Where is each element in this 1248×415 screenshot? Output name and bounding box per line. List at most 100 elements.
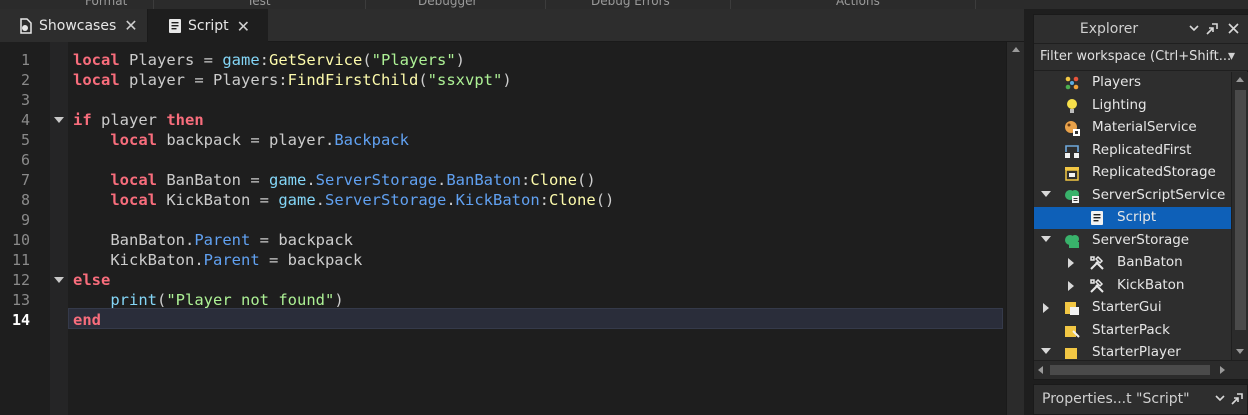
- tree-item-kickbaton[interactable]: KickBaton: [1034, 275, 1231, 297]
- chevron-down-icon[interactable]: [1189, 25, 1199, 32]
- tree-item-banbaton[interactable]: BanBaton: [1034, 252, 1231, 274]
- fold-collapse-icon[interactable]: [54, 277, 64, 283]
- code-token: local: [73, 51, 120, 69]
- undock-icon[interactable]: [1206, 23, 1218, 35]
- close-icon[interactable]: [1228, 23, 1239, 34]
- tree-item-starterplayer[interactable]: StarterPlayer: [1034, 342, 1231, 360]
- ribbon-divider: [365, 0, 366, 9]
- code-token: ServerStorage: [315, 171, 437, 189]
- code-token: :: [520, 171, 531, 189]
- scroll-thumb[interactable]: [1050, 365, 1210, 375]
- tree-item-replicatedstorage[interactable]: ReplicatedStorage: [1034, 162, 1231, 184]
- players-icon: [1064, 75, 1080, 91]
- scroll-thumb[interactable]: [1235, 90, 1246, 330]
- expand-arrow-icon[interactable]: [1041, 235, 1051, 242]
- tree-item-serverstorage[interactable]: ServerStorage: [1034, 230, 1231, 252]
- panel-splitter[interactable]: [1024, 9, 1033, 415]
- scroll-left-icon[interactable]: [1038, 366, 1043, 374]
- code-token: ): [502, 71, 512, 89]
- tree-item-label: ServerStorage: [1092, 231, 1190, 248]
- collapse-arrow-icon[interactable]: [1043, 303, 1049, 313]
- lighting-icon: [1064, 98, 1080, 114]
- explorer-scrollbar[interactable]: [1231, 72, 1248, 360]
- code-area[interactable]: local Players = game:GetService("Players…: [68, 42, 1004, 415]
- fold-collapse-icon[interactable]: [54, 117, 64, 123]
- tree-item-script[interactable]: Script: [1034, 207, 1231, 229]
- collapse-arrow-icon[interactable]: [1068, 280, 1074, 291]
- close-icon[interactable]: ✕: [237, 17, 250, 36]
- line-number: 5: [20, 131, 30, 149]
- script-editor[interactable]: 1 2 3 4 5 6 7 8 9 10 11 12 13 14 local P…: [0, 42, 1024, 415]
- ribbon-item-test[interactable]: Test: [247, 0, 271, 8]
- scroll-up-icon[interactable]: [1012, 47, 1020, 52]
- line-number: 10: [11, 231, 30, 249]
- filter-dropdown-icon[interactable]: ▾: [1228, 48, 1235, 64]
- tree-item-serverscriptservice[interactable]: ServerScriptService: [1034, 185, 1231, 207]
- ribbon-item-actions[interactable]: Actions: [836, 0, 880, 8]
- tree-item-starterpack[interactable]: StarterPack: [1034, 320, 1231, 342]
- explorer-tree[interactable]: Players Lighting MaterialService Replicated…: [1034, 72, 1231, 360]
- line-number: 13: [11, 291, 30, 309]
- tree-item-players[interactable]: Players: [1034, 72, 1231, 94]
- expand-arrow-icon[interactable]: [1041, 190, 1051, 197]
- collapse-arrow-icon[interactable]: [1068, 258, 1074, 268]
- ribbon-divider: [153, 0, 154, 9]
- tree-item-startergui[interactable]: StarterGui: [1034, 297, 1231, 319]
- code-token: BanBaton: [446, 171, 521, 189]
- material-service-icon: [1064, 120, 1080, 136]
- tree-item-label: StarterGui: [1092, 299, 1162, 315]
- tree-item-label: ReplicatedStorage: [1092, 164, 1216, 180]
- tree-item-label: ReplicatedFirst: [1092, 141, 1192, 158]
- tree-item-label: StarterPlayer: [1092, 344, 1181, 360]
- ribbon-item-debug-errors[interactable]: Debug Errors: [591, 0, 670, 8]
- ribbon-divider: [545, 0, 546, 9]
- tree-item-label: KickBaton: [1117, 276, 1185, 293]
- scroll-down-icon[interactable]: [1236, 349, 1244, 354]
- tab-script[interactable]: Script ✕: [148, 9, 268, 43]
- scroll-up-icon[interactable]: [1236, 77, 1244, 82]
- document-tab-bar: Showcases ✕ Script ✕: [0, 9, 1024, 43]
- code-token: if: [73, 111, 92, 129]
- filter-workspace-field[interactable]: Filter workspace (Ctrl+Shift... ▾: [1034, 43, 1248, 71]
- tree-item-replicatedfirst[interactable]: ReplicatedFirst: [1034, 140, 1231, 162]
- tab-label: Script: [188, 18, 229, 34]
- code-line: local Players = game:GetService("Players…: [73, 50, 465, 70]
- explorer-title: Explorer: [1079, 21, 1139, 37]
- code-token: .: [306, 171, 316, 189]
- code-token: (: [362, 51, 372, 69]
- tab-showcases[interactable]: Showcases ✕: [0, 9, 148, 42]
- explorer-horizontal-scrollbar[interactable]: [1034, 360, 1248, 379]
- scroll-right-icon[interactable]: [1220, 366, 1225, 374]
- editor-scrollbar[interactable]: [1006, 42, 1024, 415]
- code-token: :: [259, 51, 269, 69]
- chevron-down-icon[interactable]: [1215, 395, 1225, 402]
- code-token: Parent: [194, 231, 251, 249]
- undock-icon[interactable]: [1231, 393, 1243, 405]
- code-token: (): [595, 191, 615, 209]
- code-token: "ssxvpt": [427, 71, 503, 89]
- server-script-service-icon: [1064, 188, 1080, 204]
- code-token: BanBaton =: [157, 171, 269, 189]
- ribbon-item-format[interactable]: Format: [85, 0, 127, 8]
- code-token: Players =: [119, 51, 223, 69]
- code-line: end: [73, 310, 101, 330]
- expand-arrow-icon[interactable]: [1041, 348, 1051, 354]
- code-line: BanBaton.Parent = backpack: [73, 230, 353, 250]
- code-line: local KickBaton = game.ServerStorage.Kic…: [73, 190, 614, 210]
- code-token: Parent: [203, 251, 260, 269]
- server-storage-icon: [1064, 233, 1080, 249]
- tree-item-lighting[interactable]: Lighting: [1034, 95, 1231, 117]
- tree-item-materialservice[interactable]: MaterialService: [1034, 117, 1231, 139]
- script-icon: [1089, 210, 1105, 226]
- script-icon: [169, 19, 181, 33]
- close-icon[interactable]: ✕: [124, 16, 137, 35]
- code-line: else: [73, 270, 110, 290]
- code-token: Backpack: [334, 131, 409, 149]
- starter-pack-icon: [1064, 323, 1080, 339]
- code-token: end: [73, 311, 101, 329]
- ribbon-item-debugger[interactable]: Debugger: [418, 0, 477, 8]
- tree-item-label: BanBaton: [1117, 254, 1183, 270]
- code-token: backpack = player.: [157, 131, 335, 149]
